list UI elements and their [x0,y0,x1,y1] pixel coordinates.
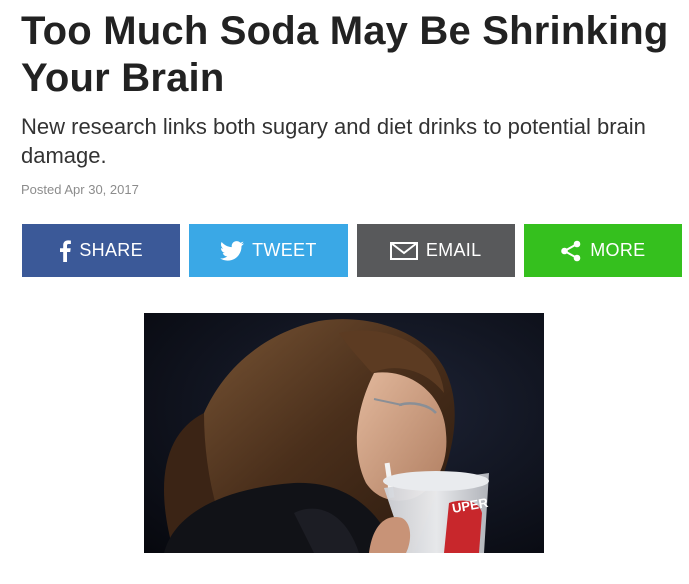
article-header: Too Much Soda May Be Shrinking Your Brai… [21,8,681,197]
email-label: EMAIL [425,240,482,260]
share-bar: SHARE TWEET EMAIL MORE [22,224,682,277]
twitter-icon [220,240,245,261]
tweet-label: TWEET [252,240,317,260]
tweet-button[interactable]: TWEET [189,224,348,277]
more-label: MORE [590,240,646,260]
article-headline: Too Much Soda May Be Shrinking Your Brai… [21,9,669,100]
facebook-share-button[interactable]: SHARE [22,224,181,277]
facebook-icon [59,239,72,262]
mail-icon [389,241,418,260]
article-photo: UPER [144,313,544,553]
posted-date: Posted Apr 30, 2017 [21,182,139,197]
article-subheadline: New research links both sugary and diet … [21,114,646,168]
facebook-share-label: SHARE [79,240,143,260]
more-button[interactable]: MORE [523,224,682,277]
email-button[interactable]: EMAIL [356,224,515,277]
share-icon [560,240,582,262]
